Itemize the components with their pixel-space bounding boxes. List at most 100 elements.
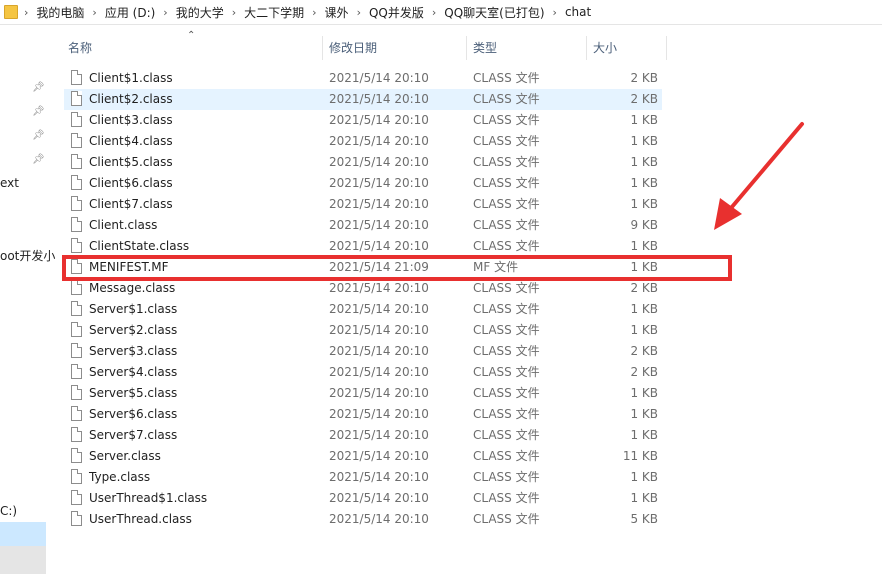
navigation-pane: 📌︎ 📌︎ 📌︎ 📌︎ ext oot开发小 C:) bbox=[0, 25, 55, 574]
column-divider[interactable] bbox=[586, 36, 587, 60]
file-icon bbox=[71, 301, 82, 316]
chevron-right-icon[interactable]: › bbox=[312, 6, 316, 19]
file-name: Client$1.class bbox=[89, 71, 173, 85]
breadcrumb-item[interactable]: 课外 bbox=[325, 4, 349, 21]
file-name: UserThread$1.class bbox=[89, 491, 208, 505]
chevron-right-icon[interactable]: › bbox=[24, 6, 28, 19]
pin-icon[interactable]: 📌︎ bbox=[32, 107, 45, 117]
file-row[interactable]: Client$2.class 2021/5/14 20:10 CLASS 文件 2 K… bbox=[64, 89, 662, 110]
annotation-arrow-icon bbox=[714, 122, 804, 230]
nav-item[interactable]: oot开发小 bbox=[0, 247, 55, 264]
file-name: Message.class bbox=[89, 281, 176, 295]
file-type: CLASS 文件 bbox=[473, 134, 540, 148]
file-row[interactable]: UserThread.class 2021/5/14 20:10 CLASS 文件 5… bbox=[64, 509, 662, 530]
chevron-right-icon[interactable]: › bbox=[553, 6, 557, 19]
column-divider[interactable] bbox=[466, 36, 467, 60]
column-header-name[interactable]: 名称 bbox=[68, 36, 92, 60]
file-size: 1 KB bbox=[630, 134, 658, 148]
pin-icon[interactable]: 📌︎ bbox=[32, 83, 45, 93]
file-row[interactable]: Type.class 2021/5/14 20:10 CLASS 文件 1 KB bbox=[64, 467, 662, 488]
file-name: Server$3.class bbox=[89, 344, 178, 358]
file-size: 1 KB bbox=[630, 428, 658, 442]
column-header-date[interactable]: 修改日期 bbox=[329, 36, 377, 60]
file-name: Client$3.class bbox=[89, 113, 173, 127]
breadcrumb-item[interactable]: QQ并发版 bbox=[369, 4, 424, 21]
file-date: 2021/5/14 20:10 bbox=[329, 407, 429, 421]
file-icon bbox=[71, 280, 82, 295]
file-row[interactable]: Server$3.class 2021/5/14 20:10 CLASS 文件 2 K… bbox=[64, 341, 662, 362]
chevron-right-icon[interactable]: › bbox=[92, 6, 96, 19]
file-icon bbox=[71, 364, 82, 379]
chevron-right-icon[interactable]: › bbox=[357, 6, 361, 19]
file-size: 1 KB bbox=[630, 323, 658, 337]
file-row[interactable]: Client$5.class 2021/5/14 20:10 CLASS 文件 1 K… bbox=[64, 152, 662, 173]
file-type: CLASS 文件 bbox=[473, 449, 540, 463]
file-date: 2021/5/14 20:10 bbox=[329, 176, 429, 190]
file-date: 2021/5/14 20:10 bbox=[329, 449, 429, 463]
file-date: 2021/5/14 20:10 bbox=[329, 344, 429, 358]
file-row[interactable]: ClientState.class 2021/5/14 20:10 CLASS 文件… bbox=[64, 236, 662, 257]
nav-item-hover[interactable] bbox=[0, 546, 46, 574]
file-size: 1 KB bbox=[630, 155, 658, 169]
file-size: 1 KB bbox=[630, 113, 658, 127]
breadcrumb-item[interactable]: chat bbox=[565, 5, 591, 19]
file-row[interactable]: Client.class 2021/5/14 20:10 CLASS 文件 9 KB bbox=[64, 215, 662, 236]
file-icon bbox=[71, 217, 82, 232]
column-header-type[interactable]: 类型 bbox=[473, 36, 497, 60]
file-row[interactable]: Server$1.class 2021/5/14 20:10 CLASS 文件 1 K… bbox=[64, 299, 662, 320]
file-icon bbox=[71, 385, 82, 400]
column-header-size[interactable]: 大小 bbox=[593, 36, 617, 60]
nav-item[interactable]: ext bbox=[0, 176, 19, 190]
file-size: 1 KB bbox=[630, 302, 658, 316]
file-name: Server.class bbox=[89, 449, 161, 463]
file-size: 1 KB bbox=[630, 386, 658, 400]
file-row[interactable]: Client$6.class 2021/5/14 20:10 CLASS 文件 1 K… bbox=[64, 173, 662, 194]
sort-ascending-icon: ⌃ bbox=[187, 30, 196, 41]
file-size: 2 KB bbox=[630, 92, 658, 106]
file-date: 2021/5/14 20:10 bbox=[329, 155, 429, 169]
file-date: 2021/5/14 20:10 bbox=[329, 512, 429, 526]
file-type: CLASS 文件 bbox=[473, 176, 540, 190]
file-type: CLASS 文件 bbox=[473, 302, 540, 316]
file-size: 1 KB bbox=[630, 176, 658, 190]
breadcrumb-item[interactable]: 大二下学期 bbox=[244, 4, 304, 21]
file-row[interactable]: Client$3.class 2021/5/14 20:10 CLASS 文件 1 K… bbox=[64, 110, 662, 131]
file-type: CLASS 文件 bbox=[473, 197, 540, 211]
file-row[interactable]: Message.class 2021/5/14 20:10 CLASS 文件 2 KB bbox=[64, 278, 662, 299]
nav-item-selected[interactable] bbox=[0, 522, 46, 546]
file-row[interactable]: Server$5.class 2021/5/14 20:10 CLASS 文件 1 K… bbox=[64, 383, 662, 404]
file-date: 2021/5/14 20:10 bbox=[329, 302, 429, 316]
file-size: 1 KB bbox=[630, 470, 658, 484]
file-row[interactable]: Server$6.class 2021/5/14 20:10 CLASS 文件 1 K… bbox=[64, 404, 662, 425]
file-row[interactable]: Server$4.class 2021/5/14 20:10 CLASS 文件 2 K… bbox=[64, 362, 662, 383]
file-row[interactable]: Client$4.class 2021/5/14 20:10 CLASS 文件 1 K… bbox=[64, 131, 662, 152]
nav-item[interactable]: C:) bbox=[0, 504, 17, 518]
column-divider[interactable] bbox=[322, 36, 323, 60]
file-date: 2021/5/14 20:10 bbox=[329, 197, 429, 211]
chevron-right-icon[interactable]: › bbox=[163, 6, 167, 19]
file-icon bbox=[71, 133, 82, 148]
column-divider[interactable] bbox=[666, 36, 667, 60]
pin-icon[interactable]: 📌︎ bbox=[32, 131, 45, 141]
file-name: UserThread.class bbox=[89, 512, 192, 526]
file-date: 2021/5/14 20:10 bbox=[329, 134, 429, 148]
file-name: Client$7.class bbox=[89, 197, 173, 211]
file-row[interactable]: Server$2.class 2021/5/14 20:10 CLASS 文件 1 K… bbox=[64, 320, 662, 341]
breadcrumb-item[interactable]: 我的大学 bbox=[176, 4, 224, 21]
file-row[interactable]: Server$7.class 2021/5/14 20:10 CLASS 文件 1 K… bbox=[64, 425, 662, 446]
file-row[interactable]: Client$1.class 2021/5/14 20:10 CLASS 文件 2 K… bbox=[64, 68, 662, 89]
file-icon bbox=[71, 196, 82, 211]
chevron-right-icon[interactable]: › bbox=[432, 6, 436, 19]
breadcrumb-item[interactable]: 应用 (D:) bbox=[105, 4, 155, 21]
breadcrumb-item[interactable]: QQ聊天室(已打包) bbox=[444, 4, 544, 21]
file-row[interactable]: UserThread$1.class 2021/5/14 20:10 CLASS 文… bbox=[64, 488, 662, 509]
file-row[interactable]: Client$7.class 2021/5/14 20:10 CLASS 文件 1 K… bbox=[64, 194, 662, 215]
file-icon bbox=[71, 238, 82, 253]
folder-icon bbox=[4, 5, 18, 19]
breadcrumb-item[interactable]: 我的电脑 bbox=[36, 4, 84, 21]
file-type: CLASS 文件 bbox=[473, 344, 540, 358]
pin-icon[interactable]: 📌︎ bbox=[32, 155, 45, 165]
address-bar[interactable]: › 我的电脑 › 应用 (D:) › 我的大学 › 大二下学期 › 课外 › Q… bbox=[0, 0, 882, 25]
file-row[interactable]: Server.class 2021/5/14 20:10 CLASS 文件 11 KB bbox=[64, 446, 662, 467]
chevron-right-icon[interactable]: › bbox=[232, 6, 236, 19]
